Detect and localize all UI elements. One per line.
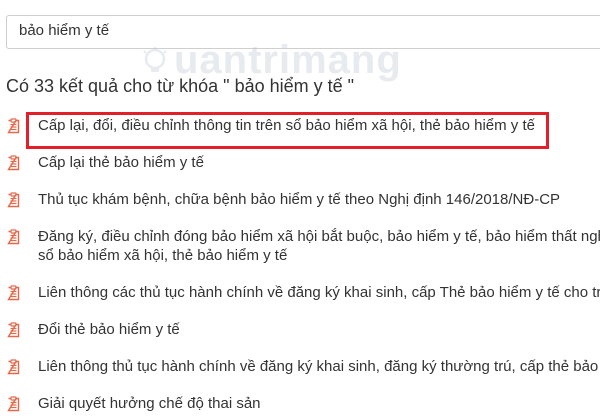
result-link[interactable]: Thủ tục khám bệnh, chữa bệnh bảo hiểm y … (38, 190, 560, 210)
result-link[interactable]: Đổi thẻ bảo hiểm y tế (38, 320, 180, 340)
document-icon (7, 285, 20, 301)
document-icon (7, 396, 20, 412)
result-link-text: Đổi thẻ bảo hiểm y tế (38, 321, 180, 338)
document-icon (7, 192, 20, 208)
result-link[interactable]: Cấp lại, đổi, điều chỉnh thông tin trên … (38, 116, 535, 136)
document-icon (7, 359, 20, 375)
result-link-text: Liên thông các thủ tục hành chính về đăn… (38, 284, 600, 301)
result-link[interactable]: Đăng ký, điều chỉnh đóng bảo hiểm xã hội… (38, 227, 600, 265)
result-link-text: Cấp lại, đổi, điều chỉnh thông tin trên … (38, 117, 535, 134)
result-link-text: Thủ tục khám bệnh, chữa bệnh bảo hiểm y … (38, 191, 561, 208)
result-link[interactable]: Liên thông thủ tục hành chính về đăng ký… (38, 357, 600, 377)
search-input[interactable] (19, 22, 579, 39)
result-link[interactable]: Giải quyết hưởng chế độ thai sản (38, 394, 261, 414)
result-link[interactable]: Cấp lại thẻ bảo hiểm y tế (38, 153, 204, 173)
result-link-text: Đăng ký, điều chỉnh đóng bảo hiểm xã hội… (38, 228, 600, 245)
result-link-text: Cấp lại thẻ bảo hiểm y tế (38, 154, 204, 171)
result-link-text: Giải quyết hưởng chế độ thai sản (38, 395, 261, 412)
result-link-text: Liên thông thủ tục hành chính về đăng ký… (38, 358, 600, 375)
document-icon (7, 229, 20, 245)
result-link-text: sổ bảo hiểm xã hội, thẻ bảo hiểm y tế (38, 247, 288, 264)
search-box[interactable] (6, 15, 600, 49)
results-heading: Có 33 kết quả cho từ khóa " bảo hiểm y t… (6, 76, 355, 96)
document-icon (7, 118, 20, 134)
document-icon (7, 155, 20, 171)
lightbulb-logo-icon (143, 46, 167, 72)
result-link[interactable]: Liên thông các thủ tục hành chính về đăn… (38, 283, 600, 303)
document-icon (7, 322, 20, 338)
